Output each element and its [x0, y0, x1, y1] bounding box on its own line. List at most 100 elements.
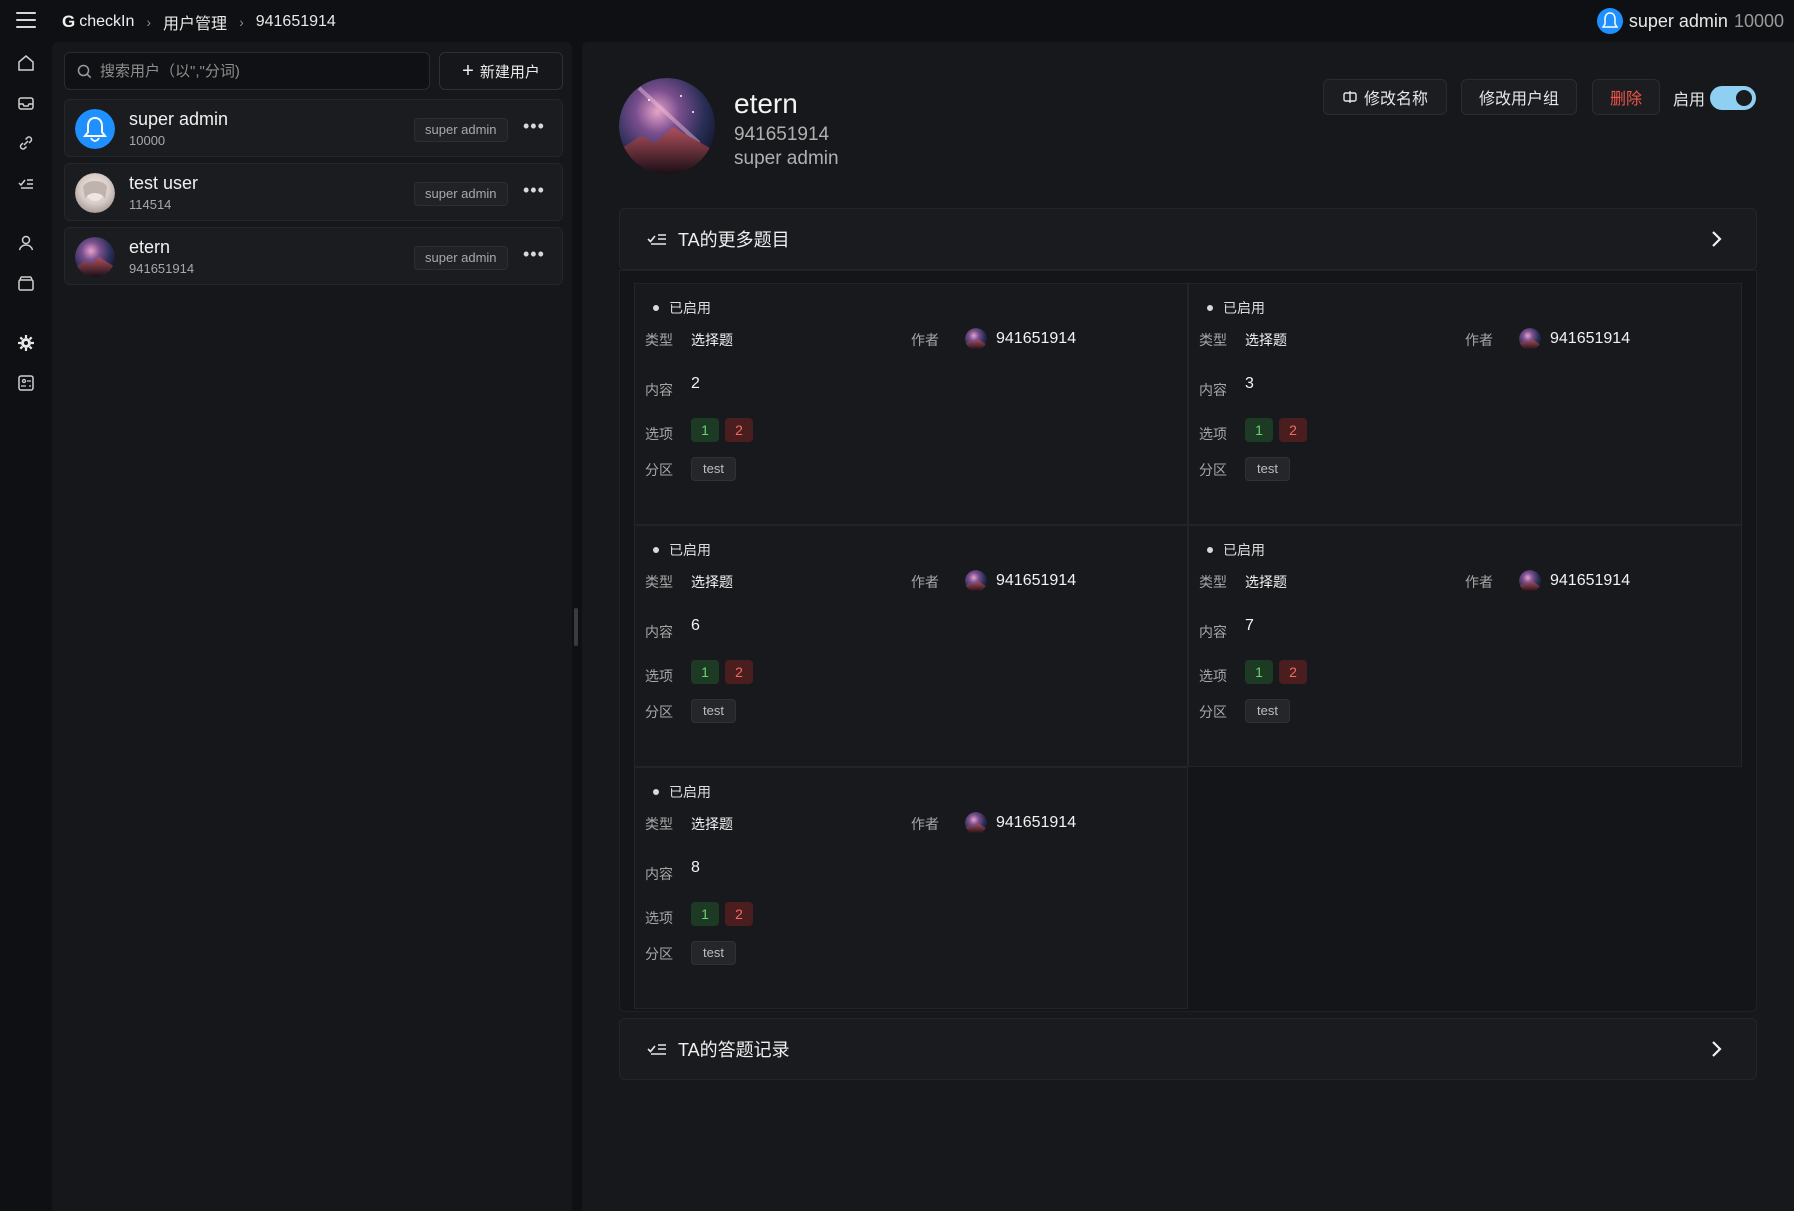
- new-user-label: 新建用户: [479, 63, 540, 81]
- enable-toggle[interactable]: [1710, 86, 1756, 110]
- avatar: [619, 78, 715, 174]
- delete-button[interactable]: 删除: [1592, 79, 1660, 115]
- rename-button[interactable]: 修改名称: [1323, 79, 1447, 115]
- change-group-button[interactable]: 修改用户组: [1461, 79, 1577, 115]
- search-box: [64, 52, 430, 90]
- author-id: 941651914: [996, 814, 1077, 831]
- breadcrumb-user-management[interactable]: 用户管理: [163, 10, 227, 34]
- status-badge: 已启用: [653, 298, 711, 318]
- author-label: 作者: [911, 816, 939, 832]
- search-input[interactable]: [100, 62, 420, 80]
- checklist-icon[interactable]: [17, 174, 35, 192]
- answer-records-section[interactable]: TA的答题记录: [619, 1018, 1757, 1080]
- content-label: 内容: [645, 382, 673, 398]
- avatar: [965, 328, 987, 350]
- option-wrong: 2: [725, 418, 753, 442]
- plus-icon: +: [462, 60, 474, 82]
- sidebar: [0, 40, 52, 1211]
- enable-label: 启用: [1673, 92, 1706, 109]
- question-card[interactable]: 已启用 类型 选择题 作者 941651914 内容 7 选项 1 2 分区 t…: [1188, 525, 1742, 767]
- user-group-badge: super admin: [414, 118, 508, 142]
- search-icon: [77, 64, 92, 78]
- user-name: etern: [129, 237, 171, 257]
- avatar: [965, 812, 987, 834]
- section-label: 分区: [1199, 462, 1227, 478]
- content-label: 内容: [645, 866, 673, 882]
- settings-panel-icon[interactable]: [17, 374, 35, 392]
- author-id: 941651914: [1550, 572, 1631, 589]
- type-label: 类型: [645, 332, 673, 348]
- content-value: 7: [1245, 617, 1254, 634]
- change-group-label: 修改用户组: [1478, 91, 1559, 108]
- user-list-item[interactable]: test user 114514 super admin •••: [64, 163, 563, 221]
- user-icon[interactable]: [17, 234, 35, 252]
- user-id: 941651914: [129, 261, 195, 276]
- status-text: 已启用: [669, 542, 711, 558]
- user-list-item[interactable]: etern 941651914 super admin •••: [64, 227, 563, 285]
- user-name: super admin: [129, 109, 229, 129]
- user-display-name: etern: [734, 88, 798, 119]
- question-card[interactable]: 已启用 类型 选择题 作者 941651914 内容 8 选项 1 2 分区 t…: [634, 767, 1188, 1009]
- user-list-item[interactable]: super admin 10000 super admin •••: [64, 99, 563, 157]
- content-value: 8: [691, 859, 700, 876]
- user-id: 114514: [129, 197, 172, 212]
- current-user-name: super admin: [1628, 10, 1728, 31]
- option-wrong: 2: [725, 902, 753, 926]
- question-card[interactable]: 已启用 类型 选择题 作者 941651914 内容 2 选项 1 2 分区 t…: [634, 283, 1188, 525]
- avatar: [965, 570, 987, 592]
- panel-resize-handle[interactable]: [574, 608, 578, 646]
- question-card[interactable]: 已启用 类型 选择题 作者 941651914 内容 6 选项 1 2 分区 t…: [634, 525, 1188, 767]
- status-text: 已启用: [1223, 300, 1265, 316]
- status-text: 已启用: [669, 784, 711, 800]
- option-correct: 1: [691, 660, 719, 684]
- menu-icon[interactable]: [16, 12, 36, 28]
- user-name: test user: [129, 173, 199, 193]
- options-label: 选项: [1199, 426, 1227, 442]
- section-title: TA的更多题目: [678, 230, 790, 250]
- archive-icon[interactable]: [17, 274, 35, 292]
- gear-icon[interactable]: [17, 334, 35, 352]
- avatar: [1519, 570, 1541, 592]
- inbox-icon[interactable]: [17, 94, 35, 112]
- avatar: [1596, 8, 1623, 34]
- option-wrong: 2: [1279, 418, 1307, 442]
- status-text: 已启用: [1223, 542, 1265, 558]
- status-badge: 已启用: [1207, 540, 1265, 560]
- new-user-button[interactable]: + 新建用户: [439, 52, 563, 90]
- author: 941651914: [1519, 570, 1630, 592]
- type-value: 选择题: [1245, 574, 1287, 590]
- more-options-icon[interactable]: •••: [523, 116, 545, 137]
- toggle-knob: [1736, 90, 1752, 106]
- option-correct: 1: [1245, 660, 1273, 684]
- home-icon[interactable]: [17, 54, 35, 72]
- status-badge: 已启用: [653, 540, 711, 560]
- more-options-icon[interactable]: •••: [523, 180, 545, 201]
- author-id: 941651914: [996, 572, 1077, 589]
- section-tag: test: [691, 941, 736, 965]
- link-icon[interactable]: [17, 134, 35, 152]
- author: 941651914: [965, 328, 1076, 350]
- option-correct: 1: [1245, 418, 1273, 442]
- section-tag: test: [691, 699, 736, 723]
- section-label: 分区: [645, 462, 673, 478]
- more-questions-section[interactable]: TA的更多题目: [619, 208, 1757, 270]
- author-id: 941651914: [996, 330, 1077, 347]
- type-value: 选择题: [691, 332, 733, 348]
- chevron-right-icon: ›: [239, 14, 244, 30]
- app-name[interactable]: checkIn: [79, 13, 134, 31]
- type-value: 选择题: [691, 574, 733, 590]
- rename-label: 修改名称: [1363, 91, 1428, 108]
- breadcrumb: G checkIn › 用户管理 › 941651914: [62, 10, 336, 34]
- option-wrong: 2: [1279, 660, 1307, 684]
- more-options-icon[interactable]: •••: [523, 244, 545, 265]
- question-card[interactable]: 已启用 类型 选择题 作者 941651914 内容 3 选项 1 2 分区 t…: [1188, 283, 1742, 525]
- content-value: 6: [691, 617, 700, 634]
- delete-label: 删除: [1609, 91, 1642, 108]
- chevron-right-icon[interactable]: [1704, 1037, 1728, 1061]
- section-label: 分区: [1199, 704, 1227, 720]
- author-label: 作者: [911, 574, 939, 590]
- chevron-right-icon[interactable]: [1704, 227, 1728, 251]
- user-group-badge: super admin: [414, 246, 508, 270]
- current-user[interactable]: super admin 10000: [1596, 8, 1784, 34]
- section-tag: test: [691, 457, 736, 481]
